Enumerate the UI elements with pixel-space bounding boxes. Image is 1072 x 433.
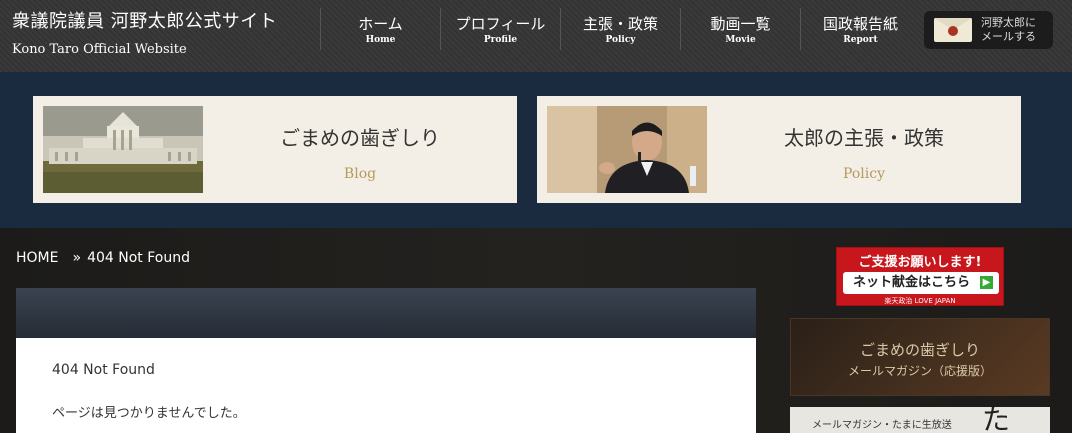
nav-item-label: 動画一覧 — [710, 15, 771, 33]
donation-button[interactable]: ネット献金はこちら ▶ — [843, 272, 999, 294]
nav-item-policy[interactable]: 主張・政策 Policy — [560, 8, 680, 50]
magazine-title: ごまめの歯ぎしり — [859, 341, 980, 359]
nav-item-label: 国政報告紙 — [822, 15, 898, 33]
nav-item-sublabel: Report — [843, 35, 878, 45]
nav-item-sublabel: Policy — [605, 35, 636, 45]
not-found-message: ページは見つかりませんでした。 — [52, 406, 246, 421]
site-subtitle: Kono Taro Official Website — [12, 42, 187, 57]
broadcast-text: メールマガジン・たまに生放送 — [812, 420, 952, 431]
banner-title: 太郎の主張・政策 — [784, 126, 944, 150]
nav-item-sublabel: Home — [365, 35, 396, 45]
banner-subtitle: Blog — [343, 166, 377, 182]
nav-item-home[interactable]: ホーム Home — [320, 8, 440, 50]
donation-footer: 楽天政治 LOVE JAPAN — [884, 297, 956, 305]
mail-button[interactable]: 河野太郎に メールする — [924, 11, 1053, 49]
breadcrumb: HOME » 404 Not Found — [16, 250, 190, 266]
page-title: 404 Not Found — [52, 362, 155, 378]
magazine-subtitle: メールマガジン（応援版） — [847, 364, 992, 378]
banner-subtitle: Policy — [843, 166, 885, 182]
donation-banner[interactable]: ご支援お願いします! ネット献金はこちら ▶ 楽天政治 LOVE JAPAN — [836, 247, 1004, 306]
nav-item-sublabel: Movie — [725, 35, 756, 45]
breadcrumb-separator: » — [72, 250, 82, 266]
arrow-right-icon: ▶ — [980, 276, 993, 289]
site-header: 衆議院議員 河野太郎公式サイト Kono Taro Official Websi… — [0, 0, 1072, 72]
article-header-bar — [16, 288, 756, 338]
banner-title: ごまめの歯ぎしり — [280, 126, 440, 150]
blog-banner[interactable]: ごまめの歯ぎしり Blog — [33, 96, 517, 203]
nav-item-label: プロフィール — [455, 15, 546, 33]
mail-label-line1: 河野太郎に — [981, 16, 1036, 29]
speaker-photo — [547, 106, 707, 193]
breadcrumb-home[interactable]: HOME — [16, 250, 58, 266]
nav-item-label: ホーム — [358, 15, 403, 33]
policy-banner[interactable]: 太郎の主張・政策 Policy — [537, 96, 1021, 203]
calligraphy-mark: た — [981, 407, 1010, 433]
site-title[interactable]: 衆議院議員 河野太郎公式サイト — [12, 7, 277, 33]
donation-button-label: ネット献金はこちら — [853, 275, 971, 290]
envelope-icon — [934, 18, 972, 42]
nav-item-sublabel: Profile — [483, 35, 518, 45]
donation-heading: ご支援お願いします! — [858, 255, 982, 270]
nav-item-movie[interactable]: 動画一覧 Movie — [680, 8, 800, 50]
nav-item-report[interactable]: 国政報告紙 Report — [800, 8, 920, 50]
nav-item-label: 主張・政策 — [582, 15, 658, 33]
main-nav: ホーム Home プロフィール Profile 主張・政策 Policy 動画一… — [320, 8, 920, 50]
live-broadcast-banner[interactable]: メールマガジン・たまに生放送 た — [790, 407, 1050, 433]
mail-label-line2: メールする — [981, 30, 1036, 43]
breadcrumb-current: 404 Not Found — [87, 250, 190, 266]
article-body: 404 Not Found ページは見つかりませんでした。 — [16, 338, 756, 433]
diet-building-image — [43, 106, 203, 193]
nav-item-profile[interactable]: プロフィール Profile — [440, 8, 560, 50]
mail-magazine-banner[interactable]: ごまめの歯ぎしり メールマガジン（応援版） — [790, 318, 1050, 396]
